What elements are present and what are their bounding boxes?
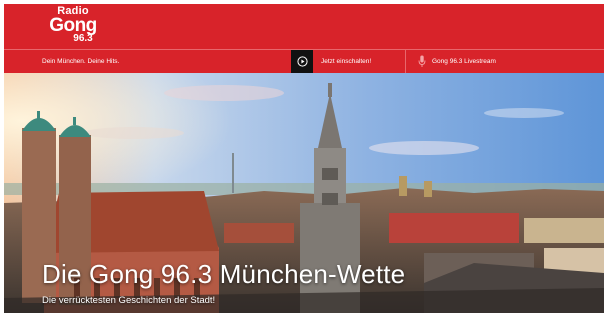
microphone-icon (418, 55, 426, 67)
page-frame: Radio Gong 96.3 Dein München. Deine Hits… (4, 4, 604, 313)
hero-subtitle: Die verrücktesten Geschichten der Stadt! (42, 295, 216, 306)
livestream-link[interactable]: Gong 96.3 Livestream (432, 50, 496, 73)
hero-banner[interactable]: Die Gong 96.3 München-Wette Die verrückt… (4, 73, 604, 313)
hero-title[interactable]: Die Gong 96.3 München-Wette (42, 259, 405, 290)
slogan-text: Dein München. Deine Hits. (42, 58, 120, 65)
top-nav-bar: Dein München. Deine Hits. Jetzt einschal… (4, 49, 604, 73)
play-circle-icon (296, 56, 308, 67)
site-header: Radio Gong 96.3 (4, 4, 604, 49)
play-button[interactable] (291, 50, 313, 73)
nav-divider (405, 50, 406, 73)
radio-gong-logo[interactable]: Radio Gong 96.3 (42, 6, 104, 46)
listen-now-link[interactable]: Jetzt einschalten! (321, 50, 371, 73)
